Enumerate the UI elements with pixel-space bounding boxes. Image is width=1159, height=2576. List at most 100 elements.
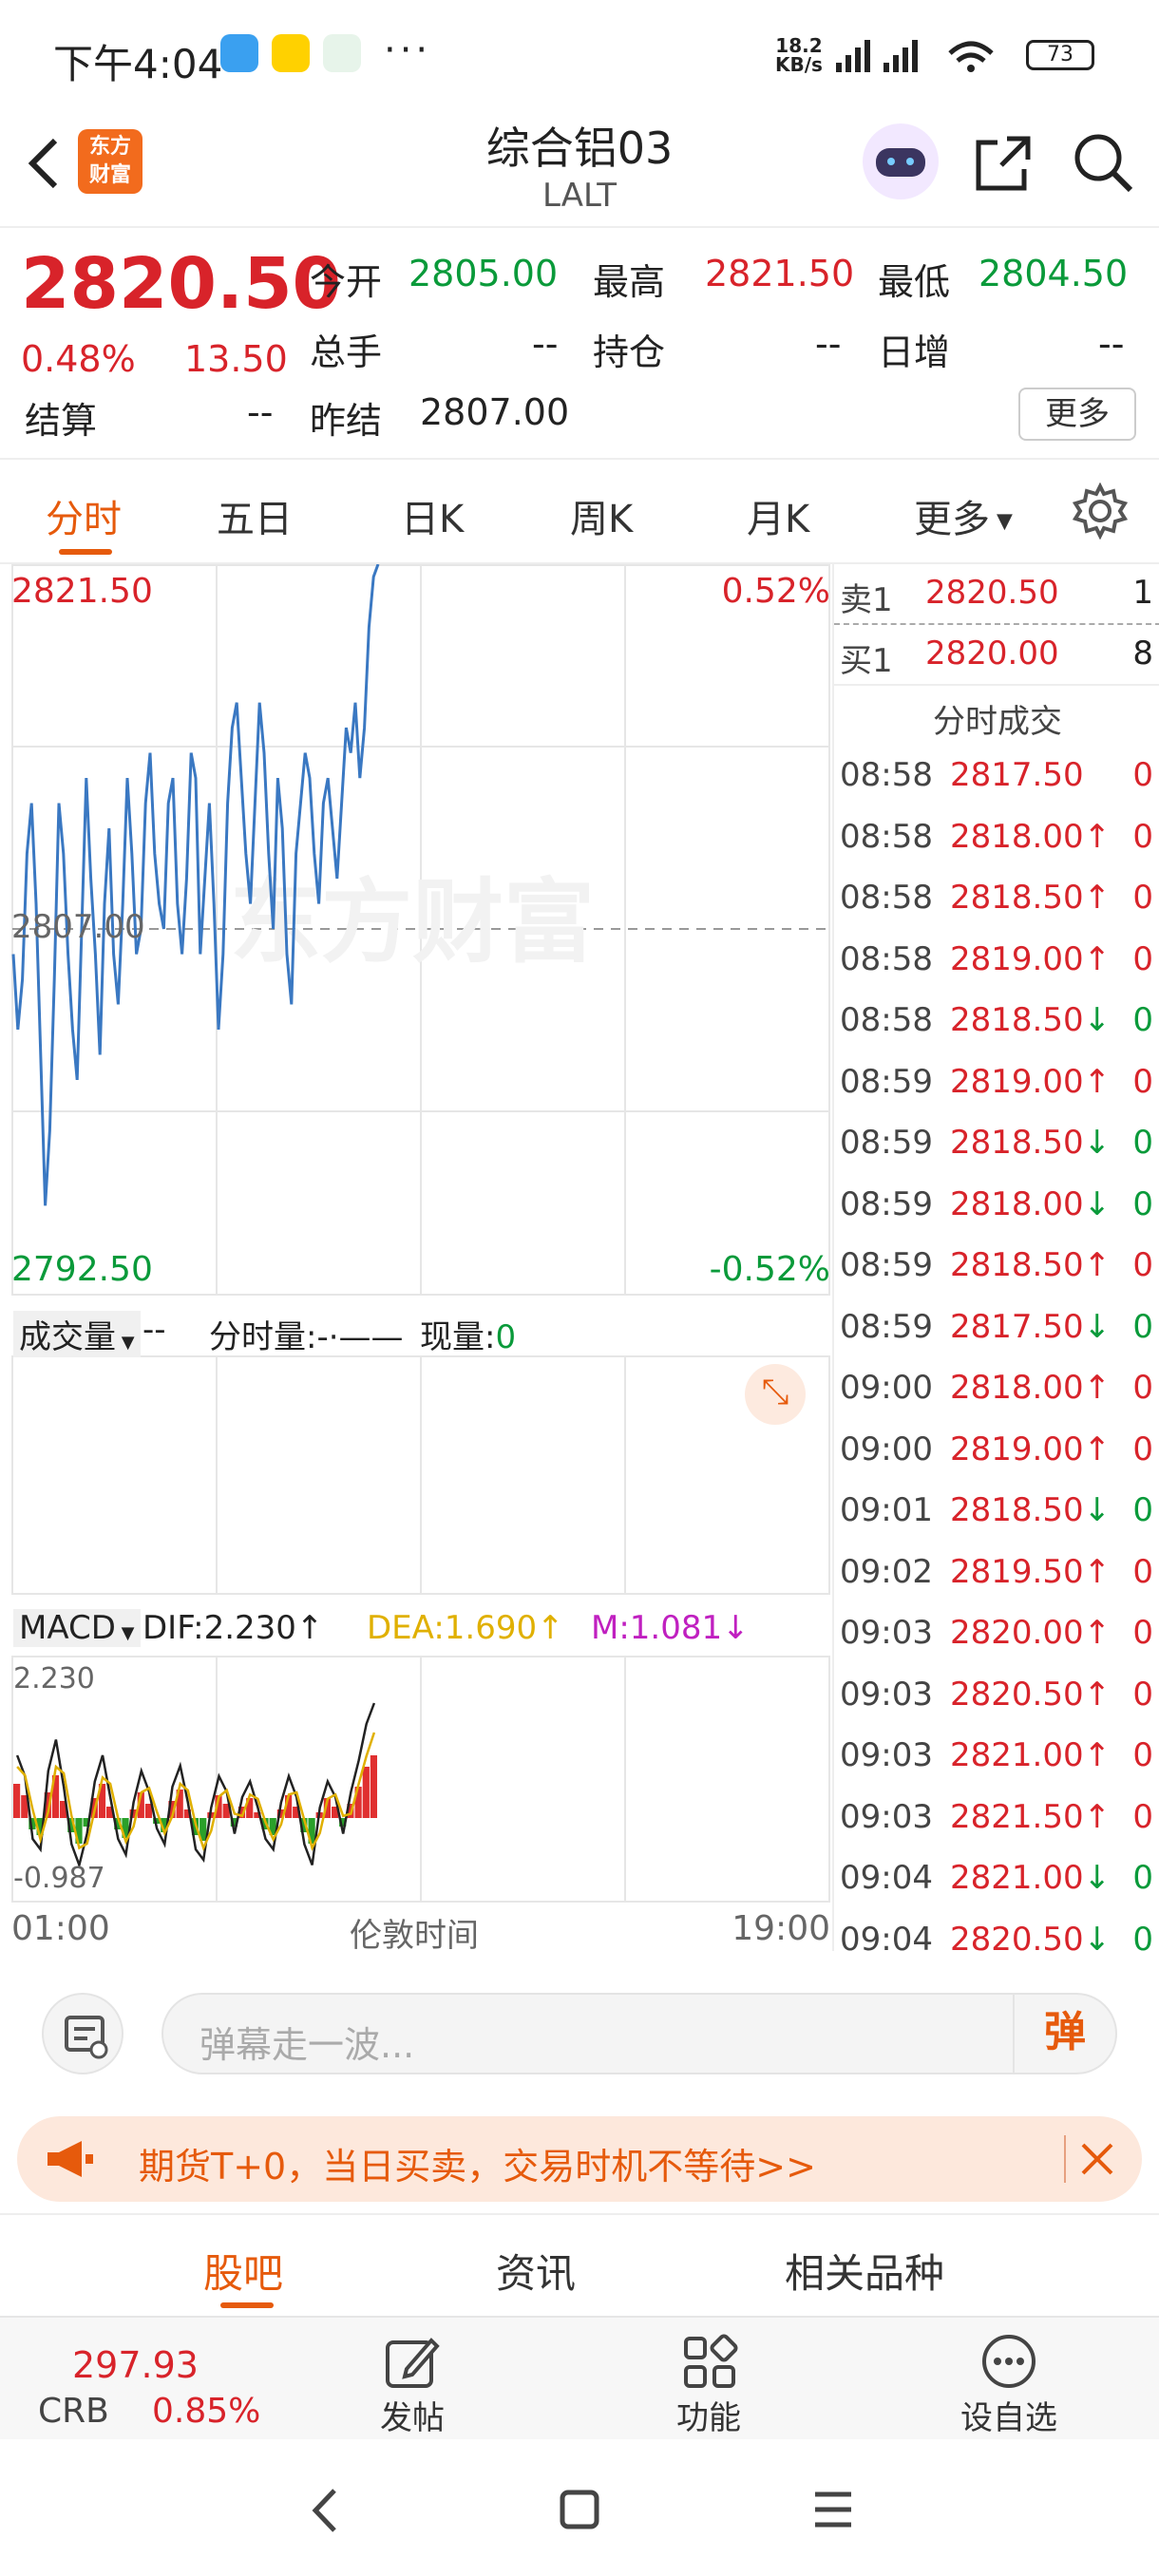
comment-bar: 弹幕走一波... 弹 [0,1966,1159,2099]
tick-row: 09:03 2820.50↑ 0 [834,1666,1159,1727]
tick-time: 09:03 [840,1736,933,1774]
tick-time: 09:03 [840,1614,933,1652]
tick-price: 2819.00↑ [950,939,1112,978]
high-value: 2821.50 [705,253,855,294]
chart-top-price: 2821.50 [11,572,153,611]
tab-related[interactable]: 相关品种 [785,2242,944,2300]
tick-price: 2821.00↑ [950,1736,1112,1774]
tab-intraday[interactable]: 分时 [46,488,122,543]
edit-icon [386,2338,440,2388]
ticks-title: 分时成交 [933,703,1062,741]
tick-time: 08:59 [840,1184,933,1223]
ask-label: 卖1 [840,581,893,619]
tick-row: 08:58 2819.00↑ 0 [834,931,1159,992]
tick-time: 09:00 [840,1430,933,1468]
tick-price: 2818.50↓ [950,1001,1112,1039]
settings-gear-icon[interactable] [1072,483,1129,540]
tick-price: 2818.00↑ [950,817,1112,856]
settle-value: -- [247,391,274,433]
intraday-chart[interactable]: 东方财富 2821.50 0.52% 2807.00 2792.50 -0.52… [11,564,830,1955]
tick-row: 09:04 2821.00↓ 0 [834,1849,1159,1910]
low-label: 最低 [878,261,951,303]
tick-price: 2817.50 [950,756,1084,794]
comment-input[interactable]: 弹幕走一波... 弹 [162,1993,1117,2074]
axis-timezone-label: 伦敦时间 [350,1917,479,1955]
tick-price: 2818.50↑ [950,1246,1112,1284]
app-notification-icon [220,34,258,72]
tick-volume: 0 [1132,939,1153,978]
chart-ref-price: 2807.00 [11,908,145,946]
tick-volume: 0 [1132,1430,1153,1468]
volume-label: 总手 [310,331,383,373]
tick-time: 09:03 [840,1675,933,1714]
bid-price: 2820.00 [925,635,1059,672]
post-label: 发帖 [380,2399,445,2437]
tick-time: 08:58 [840,939,933,978]
tab-weekly-k[interactable]: 周K [570,488,633,543]
macd-bar [13,1784,21,1818]
ask-volume: 1 [1132,574,1153,612]
macd-header: MACD ▼ DIF:2.230↑ DEA:1.690↑ M:1.081↓ [11,1600,830,1657]
more-button[interactable]: 更多 [1018,388,1136,441]
tick-row: 08:59 2818.50↓ 0 [834,1114,1159,1175]
tick-volume: 0 [1132,1062,1153,1101]
tick-time: 08:58 [840,756,933,794]
tab-forum[interactable]: 股吧 [203,2242,283,2300]
post-button[interactable]: 发帖 [346,2318,479,2441]
tick-volume: 0 [1132,817,1153,856]
nav-menu-icon[interactable] [811,2491,855,2529]
tick-volume: 0 [1132,1001,1153,1039]
tick-time: 08:59 [840,1246,933,1284]
nav-back-icon[interactable] [306,2487,344,2534]
tick-row: 09:03 2821.50↑ 0 [834,1789,1159,1849]
tick-time: 09:02 [840,1552,933,1591]
tick-volume: 0 [1132,1124,1153,1162]
add-watchlist-button[interactable]: 设自选 [942,2318,1075,2441]
prev-settle-label: 昨结 [310,400,383,442]
volume-dash: -- [142,1311,166,1349]
tick-volume: 0 [1132,1307,1153,1346]
promo-text: 期货T+0，当日买卖，交易时机不等待>> [139,2146,816,2188]
comment-list-icon[interactable] [42,1993,124,2074]
daily-increase-value: -- [1098,323,1125,365]
macd-selector[interactable]: MACD ▼ [13,1609,141,1647]
tick-time: 09:04 [840,1859,933,1897]
active-tab-indicator [59,549,112,555]
close-icon[interactable] [1079,2141,1115,2177]
nav-home-icon[interactable] [559,2489,600,2530]
tab-daily-k[interactable]: 日K [401,488,464,543]
axis-start-time: 01:00 [11,1909,110,1948]
open-interest-label: 持仓 [593,331,666,373]
functions-button[interactable]: 功能 [642,2318,775,2441]
tick-price: 2820.50↓ [950,1920,1112,1959]
more-notifications-icon: ··· [384,28,432,72]
tick-row: 08:59 2817.50↓ 0 [834,1298,1159,1359]
volume-selector[interactable]: 成交量 ▼ [13,1311,141,1357]
volume-value: -- [532,323,559,365]
tab-monthly-k[interactable]: 月K [747,488,809,543]
share-icon[interactable] [973,133,1034,194]
tick-row: 09:03 2820.00↑ 0 [834,1604,1159,1665]
assistant-avatar-icon[interactable] [863,123,939,199]
current-volume: 现量:0 [420,1318,517,1356]
tick-row: 09:00 2818.00↑ 0 [834,1359,1159,1420]
search-icon[interactable] [1072,131,1136,196]
promo-banner[interactable]: 期货T+0，当日买卖，交易时机不等待>> [17,2116,1142,2202]
tab-five-day[interactable]: 五日 [217,488,293,543]
quote-panel: 2820.50 0.48% 13.50 今开 2805.00 最高 2821.5… [0,228,1159,460]
tab-news[interactable]: 资讯 [496,2242,576,2300]
tick-time: 09:04 [840,1920,933,1959]
expand-icon[interactable]: ⤡ [745,1364,806,1425]
tick-volume: 0 [1132,1369,1153,1407]
ask-row: 卖1 2820.50 1 [834,564,1159,625]
tab-more[interactable]: 更多 ▼ [914,488,1013,543]
bid-volume: 8 [1132,635,1153,672]
settle-label: 结算 [25,400,98,442]
crb-index[interactable]: 297.93 CRB 0.85% [0,2318,304,2441]
tick-price: 2821.50↑ [950,1797,1112,1836]
order-book-panel: 卖1 2820.50 1 买1 2820.00 8 分时成交 08:58 2817… [832,564,1159,1959]
macd-dif-line [15,1702,376,1869]
danmaku-toggle[interactable]: 弹 [1013,1995,1115,2073]
macd-dif: DIF:2.230↑ [142,1609,324,1647]
time-volume: 分时量:-·—— [209,1318,404,1356]
